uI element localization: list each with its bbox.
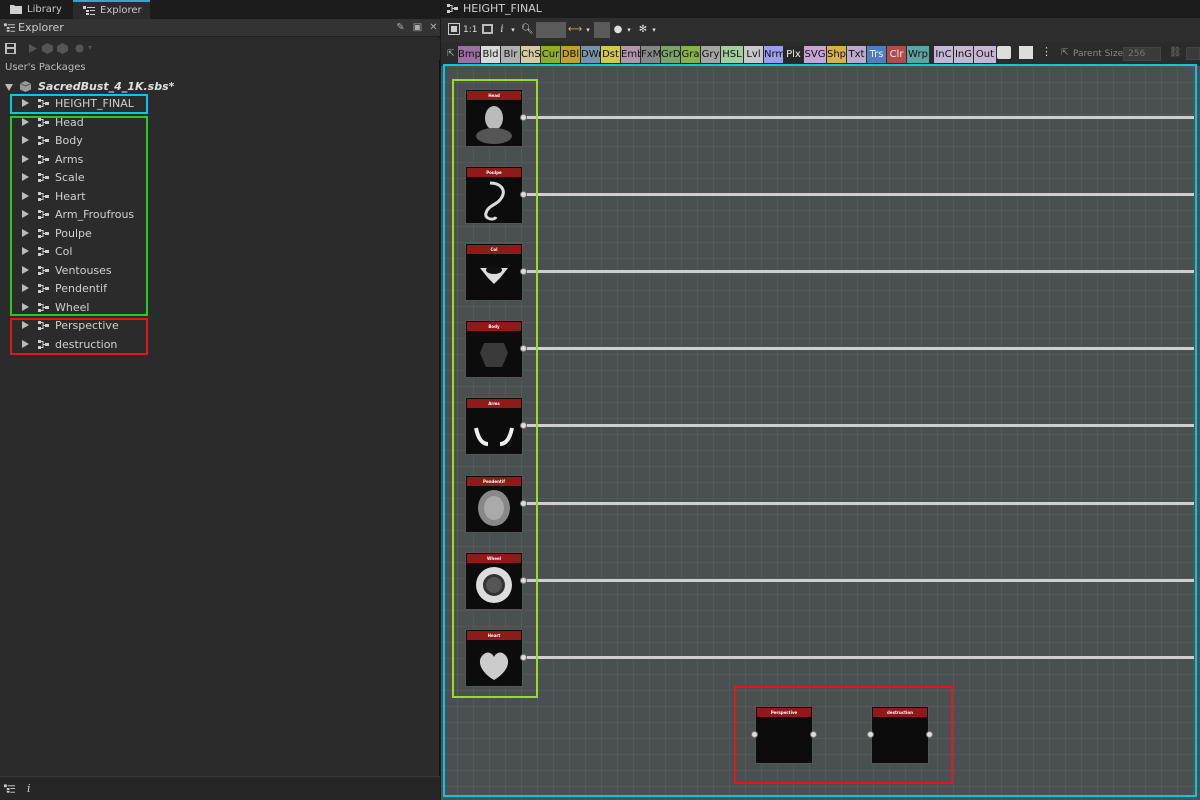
package-label: SacredBust_4_1K.sbs* <box>38 80 175 93</box>
highlight-component-graphs <box>10 116 148 316</box>
bake-icon[interactable]: ● <box>612 22 624 38</box>
parent-size-label: Parent Size: <box>1073 49 1127 59</box>
explorer-header: Explorer ✎ ▣ ✕ <box>0 19 440 37</box>
expand-arrow-icon[interactable] <box>5 84 13 91</box>
explorer-icon[interactable] <box>4 784 15 794</box>
info-icon[interactable]: i <box>497 22 507 38</box>
save-icon[interactable] <box>5 43 16 54</box>
chevron-down-icon[interactable]: ▾ <box>88 43 92 52</box>
package-icon <box>20 81 31 92</box>
node-button-shp[interactable]: Shp <box>827 46 846 63</box>
cube-icon[interactable] <box>42 43 53 54</box>
users-packages-label: User's Packages <box>5 62 86 73</box>
close-icon[interactable]: ✕ <box>428 22 439 33</box>
tab-explorer[interactable]: Explorer <box>73 0 150 19</box>
link-icon[interactable]: ⛓ <box>1169 47 1182 58</box>
chevron-down-icon[interactable]: ▾ <box>509 22 517 38</box>
node-button-bmp[interactable]: Bmp <box>458 46 481 63</box>
fit-view-icon[interactable] <box>448 23 460 35</box>
link-icon[interactable]: ⟷ <box>567 22 583 38</box>
node-button-gry[interactable]: Gry <box>701 46 720 63</box>
node-button-inc[interactable]: InC <box>934 46 953 63</box>
expand-icon[interactable]: ⇱ <box>447 49 455 59</box>
node-button-dbl[interactable]: DBl <box>561 46 580 63</box>
explorer-toolbar: ▾ <box>0 38 440 60</box>
highlight-main-graph-canvas <box>443 64 1197 797</box>
explorer-footer: i <box>0 776 440 800</box>
node-button-wrp[interactable]: Wrp <box>907 46 929 63</box>
chevron-down-icon[interactable]: ▾ <box>625 22 633 38</box>
tab-explorer-label: Explorer <box>100 5 142 16</box>
left-tab-bar: Library Explorer <box>0 0 440 19</box>
substance-designer-window: Library Explorer Explorer ✎ ▣ ✕ ▾ User's… <box>0 0 1200 800</box>
node-button-cur[interactable]: Cur <box>541 46 560 63</box>
explorer-icon <box>83 6 95 15</box>
node-button-svg[interactable]: SVG <box>804 46 826 63</box>
node-button-trs[interactable]: Trs <box>867 46 886 63</box>
node-button-txt[interactable]: Txt <box>847 46 866 63</box>
graph-title-bar: HEIGHT_FINAL <box>441 0 1200 18</box>
node-button-dst[interactable]: Dst <box>601 46 620 63</box>
node-button-bld[interactable]: Bld <box>481 46 500 63</box>
node-button-clr[interactable]: Clr <box>887 46 906 63</box>
zoom-1-1-button[interactable]: 1:1 <box>463 22 477 38</box>
node-button-grd[interactable]: GrD <box>661 46 681 63</box>
parent-size-field[interactable]: 256 <box>1123 47 1161 61</box>
float-icon[interactable]: ▣ <box>412 22 423 33</box>
node-button-chs[interactable]: ChS <box>521 46 541 63</box>
comment-icon[interactable] <box>997 46 1011 59</box>
gear-icon[interactable] <box>74 43 85 54</box>
node-button-gra[interactable]: Gra <box>681 46 700 63</box>
node-button-out[interactable]: Out <box>974 46 996 63</box>
explorer-title: Explorer <box>18 21 64 34</box>
node-button-ing[interactable]: InG <box>954 46 973 63</box>
tab-library-label: Library <box>27 4 62 15</box>
snap-button[interactable] <box>594 22 610 38</box>
pin-icon[interactable]: ⋮ <box>1041 45 1052 58</box>
graph-icon <box>447 4 458 13</box>
node-button-nrm[interactable]: Nrm <box>764 46 785 63</box>
pin-icon[interactable]: ✎ <box>395 22 406 33</box>
explorer-panel: Library Explorer Explorer ✎ ▣ ✕ ▾ User's… <box>0 0 440 800</box>
search-icon[interactable]: 🔍︎ <box>521 22 534 38</box>
folder-icon <box>10 5 22 14</box>
gear-icon[interactable]: ✻ <box>637 22 649 38</box>
node-button-fxm[interactable]: FxM <box>641 46 661 63</box>
align-tools-button[interactable] <box>536 22 566 38</box>
chevron-down-icon[interactable]: ▾ <box>650 22 658 38</box>
cube-icon[interactable] <box>57 43 68 54</box>
size-field[interactable] <box>1186 47 1200 60</box>
info-icon[interactable]: i <box>27 782 31 795</box>
chevron-down-icon[interactable]: ▾ <box>584 22 592 38</box>
node-button-hsl[interactable]: HSL <box>721 46 743 63</box>
highlight-main-graph <box>10 94 148 114</box>
graph-title: HEIGHT_FINAL <box>463 2 542 15</box>
play-icon[interactable] <box>27 43 38 54</box>
tab-library[interactable]: Library <box>0 0 72 19</box>
expand-icon: ⇱ <box>1061 48 1069 58</box>
explorer-icon <box>4 23 15 32</box>
frame-icon[interactable] <box>482 24 493 34</box>
node-button-dwr[interactable]: DWr <box>581 46 602 63</box>
node-button-emb[interactable]: Emb <box>621 46 643 63</box>
frame-icon[interactable] <box>1019 46 1033 59</box>
graph-toolbar: 1:1 i ▾ 🔍︎ ⟷ ▾ ● ▾ ✻ ▾ <box>441 18 1200 42</box>
node-button-lvl[interactable]: Lvl <box>744 46 763 63</box>
highlight-unused-graphs <box>10 318 148 355</box>
graph-view-panel: HEIGHT_FINAL 1:1 i ▾ 🔍︎ ⟷ ▾ ● ▾ ✻ ▾ ⇱ Bm… <box>441 0 1200 800</box>
node-button-plx[interactable]: Plx <box>784 46 803 63</box>
node-library-toolbar: ⇱ Bmp Bld Blr ChS Cur DBl DWr Dst Emb FxM GrD Gra Gr… <box>441 42 1200 66</box>
node-button-blr[interactable]: Blr <box>501 46 520 63</box>
